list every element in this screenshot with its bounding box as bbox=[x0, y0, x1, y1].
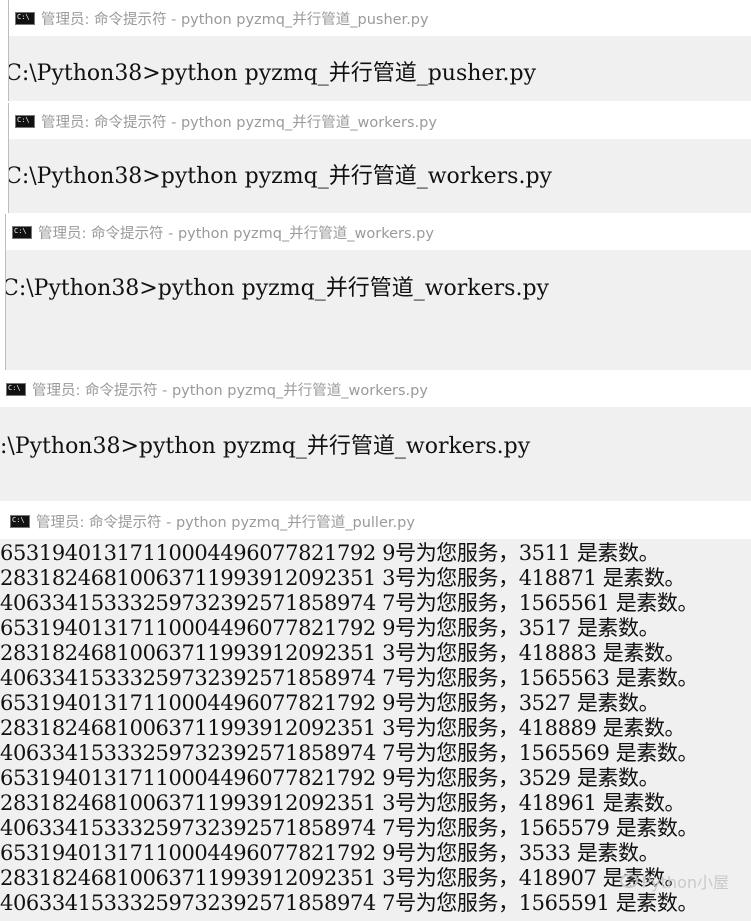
wechat-icon bbox=[619, 874, 638, 888]
command-line: C:\Python38>python pyzmq_并行管道_workers.py bbox=[5, 276, 549, 301]
output-line: 40633415333259732392571858974 7号为您服务，156… bbox=[0, 741, 699, 765]
watermark: Python小屋 bbox=[619, 869, 729, 893]
output-line: 28318246810063711993912092351 3号为您服务，418… bbox=[0, 641, 686, 665]
output-line: 65319401317110004496077821792 9号为您服务，352… bbox=[0, 691, 660, 715]
cmd-icon bbox=[12, 225, 32, 239]
output-line: 65319401317110004496077821792 9号为您服务，351… bbox=[0, 616, 660, 640]
window-titlebar[interactable]: 管理员: 命令提示符 - python pyzmq_并行管道_workers.p… bbox=[6, 214, 751, 250]
output-line: 40633415333259732392571858974 7号为您服务，156… bbox=[0, 891, 699, 915]
window-title: 管理员: 命令提示符 - python pyzmq_并行管道_workers.p… bbox=[41, 114, 437, 131]
cmd-icon bbox=[15, 11, 35, 25]
output-line: 65319401317110004496077821792 9号为您服务，353… bbox=[0, 841, 660, 865]
output-line: 28318246810063711993912092351 3号为您服务，418… bbox=[0, 791, 686, 815]
output-line: 65319401317110004496077821792 9号为您服务，352… bbox=[0, 766, 660, 790]
window-title: 管理员: 命令提示符 - python pyzmq_并行管道_pusher.py bbox=[41, 11, 429, 28]
window-title: 管理员: 命令提示符 - python pyzmq_并行管道_workers.p… bbox=[38, 225, 434, 242]
cmd-icon bbox=[15, 114, 35, 128]
output-line: 40633415333259732392571858974 7号为您服务，156… bbox=[0, 666, 699, 690]
puller-window: 管理员: 命令提示符 - python pyzmq_并行管道_puller.py… bbox=[0, 503, 751, 921]
output-line: 65319401317110004496077821792 9号为您服务，351… bbox=[0, 541, 660, 565]
cmd-icon bbox=[10, 514, 30, 528]
window-titlebar[interactable]: 管理员: 命令提示符 - python pyzmq_并行管道_workers.p… bbox=[0, 371, 751, 407]
command-line: C:\Python38>python pyzmq_并行管道_pusher.py bbox=[8, 61, 537, 86]
console-output: 65319401317110004496077821792 9号为您服务，351… bbox=[0, 541, 751, 916]
window-titlebar[interactable]: 管理员: 命令提示符 - python pyzmq_并行管道_pusher.py bbox=[9, 0, 751, 36]
workers-window-2: 管理员: 命令提示符 - python pyzmq_并行管道_workers.p… bbox=[5, 214, 751, 370]
window-titlebar[interactable]: 管理员: 命令提示符 - python pyzmq_并行管道_puller.py bbox=[0, 503, 751, 539]
cmd-icon bbox=[6, 382, 26, 396]
command-line: C:\Python38>python pyzmq_并行管道_workers.py bbox=[8, 164, 552, 189]
workers-window-1: 管理员: 命令提示符 - python pyzmq_并行管道_workers.p… bbox=[8, 103, 751, 213]
output-line: 40633415333259732392571858974 7号为您服务，156… bbox=[0, 591, 699, 615]
window-titlebar[interactable]: 管理员: 命令提示符 - python pyzmq_并行管道_workers.p… bbox=[9, 103, 751, 139]
watermark-text: Python小屋 bbox=[641, 873, 729, 892]
command-line: :\Python38>python pyzmq_并行管道_workers.py bbox=[0, 434, 531, 459]
workers-window-3: 管理员: 命令提示符 - python pyzmq_并行管道_workers.p… bbox=[0, 371, 751, 501]
output-line: 28318246810063711993912092351 3号为您服务，418… bbox=[0, 716, 686, 740]
pusher-window: 管理员: 命令提示符 - python pyzmq_并行管道_pusher.py… bbox=[8, 0, 751, 101]
window-title: 管理员: 命令提示符 - python pyzmq_并行管道_workers.p… bbox=[32, 382, 428, 399]
window-title: 管理员: 命令提示符 - python pyzmq_并行管道_puller.py bbox=[36, 514, 415, 531]
output-line: 28318246810063711993912092351 3号为您服务，418… bbox=[0, 566, 686, 590]
output-line: 40633415333259732392571858974 7号为您服务，156… bbox=[0, 816, 699, 840]
